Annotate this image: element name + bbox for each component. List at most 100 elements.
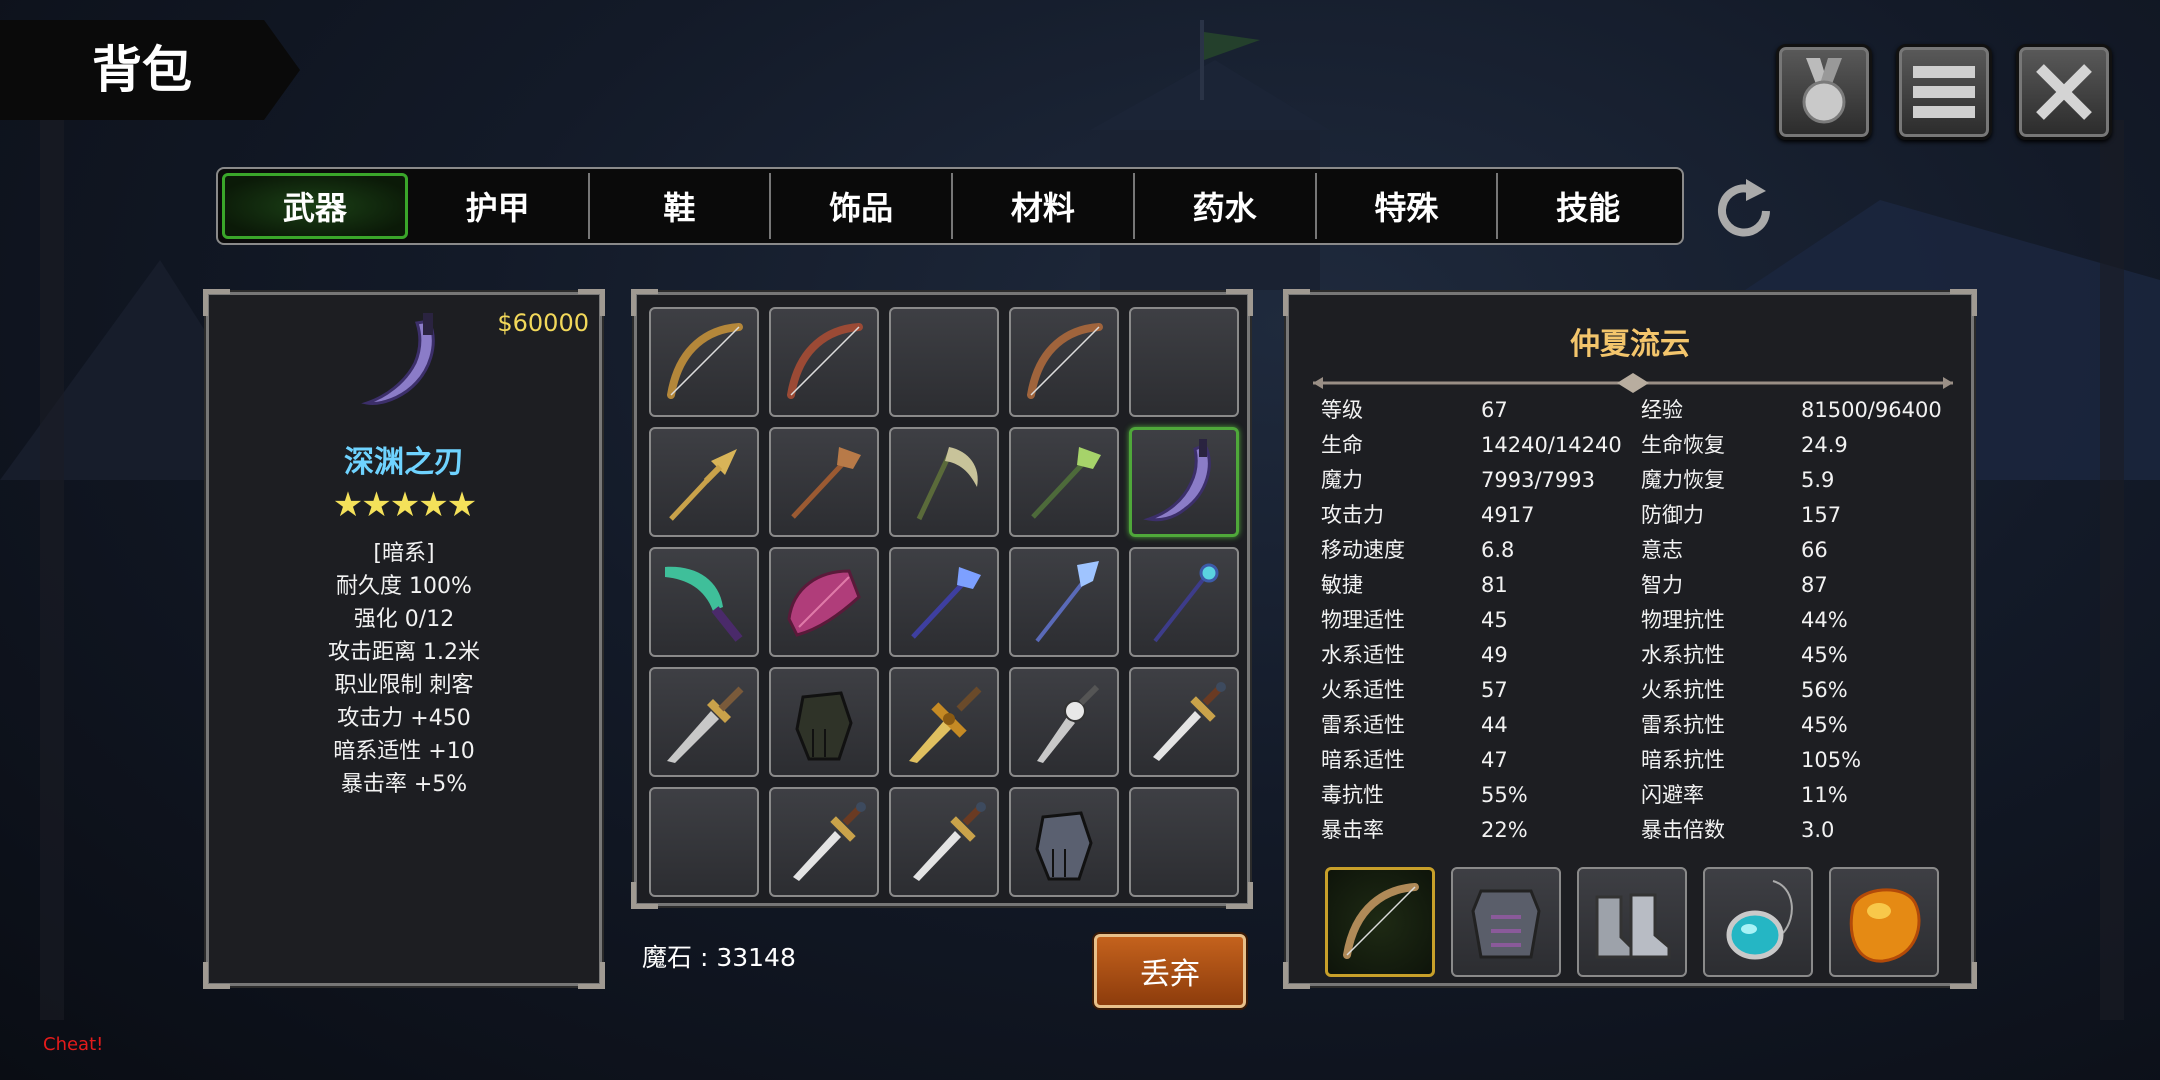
stat-label: 雷系抗性 [1641,713,1725,737]
tab-skills[interactable]: 技能 [1498,173,1678,239]
character-stats-panel: 仲夏流云 等级 67 经验 81500/96400 生命 14240/14240 生命恢复 2… [1283,289,1977,989]
stat-value: 44% [1801,608,1848,632]
bronze-sword-icon [913,802,986,881]
tab-armor[interactable]: 护甲 [408,173,590,239]
stat-label: 物理适性 [1321,608,1405,632]
stat-row: 攻击力 4917 防御力 157 [1321,498,1961,533]
dark-curved-blade-icon [1143,439,1211,522]
equipment-slot[interactable] [1577,867,1687,977]
inventory-slot[interactable] [769,787,879,897]
stat-label: 暴击率 [1321,818,1384,842]
tab-materials[interactable]: 材料 [953,173,1135,239]
stat-value: 45% [1801,643,1848,667]
cheat-button[interactable]: Cheat! [43,1034,103,1055]
inventory-slot[interactable] [889,547,999,657]
page-title: 背包 [92,41,192,99]
character-stats-table: 等级 67 经验 81500/96400 生命 14240/14240 生命恢复 24.9 魔力… [1321,393,1961,848]
inventory-slot[interactable] [1009,307,1119,417]
inventory-slot[interactable] [769,307,879,417]
tab-special[interactable]: 特殊 [1317,173,1499,239]
stat-value: 47 [1481,748,1508,772]
stat-label: 暗系抗性 [1641,748,1725,772]
wooden-staff-icon [791,447,861,519]
item-attribute: 攻击距离 1.2米 [328,640,480,665]
equipped-items [1325,867,1939,977]
stat-value: 6.8 [1481,538,1515,562]
inventory-slot[interactable] [889,427,999,537]
tab-shoes[interactable]: 鞋 [590,173,772,239]
inventory-slot[interactable] [1009,667,1119,777]
refresh-button[interactable] [1708,175,1780,247]
character-name: 仲夏流云 [1570,327,1690,362]
stat-value: 57 [1481,678,1508,702]
stat-label: 等级 [1321,398,1363,422]
inventory-slot[interactable] [1129,427,1239,537]
menu-button[interactable] [1896,44,1992,140]
inventory-slot[interactable] [1009,547,1119,657]
dark-curved-blade-icon [361,313,435,405]
stat-row: 水系适性 49 水系抗性 45% [1321,638,1961,673]
discard-button[interactable]: 丢弃 [1094,934,1246,1008]
equipment-slot[interactable] [1829,867,1939,977]
equipment-slot[interactable] [1451,867,1561,977]
inventory-slot[interactable] [889,787,999,897]
inventory-slot[interactable] [769,547,879,657]
item-price: $60000 [497,309,589,337]
equipment-slot[interactable] [1325,867,1435,977]
inventory-slot[interactable] [1129,667,1239,777]
stat-row: 物理适性 45 物理抗性 44% [1321,603,1961,638]
golden-sword-icon [909,686,982,763]
equipment-slot[interactable] [1703,867,1813,977]
wooden-bow-icon [1027,323,1103,399]
inventory-slot-empty[interactable] [1129,307,1239,417]
inventory-slot[interactable] [649,307,759,417]
inventory-slot-empty[interactable] [889,307,999,417]
ornament-divider [1313,373,1953,393]
stat-value: 4917 [1481,503,1535,527]
item-detail-panel: $60000 深渊之刃 ★★★★★ [暗系] 耐久度 100% 强化 0/12 … [203,289,605,989]
stat-value: 81 [1481,573,1508,597]
inventory-slot-empty[interactable] [1129,787,1239,897]
inventory-slot[interactable] [649,667,759,777]
ice-trident-icon [1035,561,1099,643]
stat-label: 物理抗性 [1641,608,1725,632]
stat-row: 雷系适性 44 雷系抗性 45% [1321,708,1961,743]
stat-value: 81500/96400 [1801,398,1942,422]
tab-accessories[interactable]: 饰品 [771,173,953,239]
menu-icon [1913,66,1975,118]
inventory-slot[interactable] [1009,787,1119,897]
stat-row: 暗系适性 47 暗系抗性 105% [1321,743,1961,778]
inventory-slot[interactable] [1009,427,1119,537]
inventory-panel [631,289,1253,909]
item-name: 深渊之刃 [344,445,464,480]
inventory-slot[interactable] [769,667,879,777]
tab-potions[interactable]: 药水 [1135,173,1317,239]
stat-label: 火系适性 [1321,678,1405,702]
stat-value: 24.9 [1801,433,1848,457]
inventory-slot[interactable] [769,427,879,537]
inventory-slot[interactable] [649,547,759,657]
inventory-slot[interactable] [649,427,759,537]
stat-value: 14240/14240 [1481,433,1622,457]
stat-row: 毒抗性 55% 闪避率 11% [1321,778,1961,813]
close-button[interactable] [2016,44,2112,140]
green-blade-icon [665,566,743,642]
inventory-slot[interactable] [889,667,999,777]
item-attribute: 攻击力 +450 [337,706,471,731]
stat-value: 7993/7993 [1481,468,1595,492]
medal-button[interactable] [1776,44,1872,140]
bronze-sword-icon [793,802,866,881]
stat-label: 火系抗性 [1641,678,1725,702]
item-attribute: 耐久度 100% [336,574,472,599]
stat-label: 敏捷 [1321,573,1363,597]
stat-label: 水系抗性 [1641,643,1725,667]
inventory-slot[interactable] [1129,547,1239,657]
tab-weapons[interactable]: 武器 [222,173,408,239]
item-attribute: 强化 0/12 [353,607,455,632]
refresh-icon [1718,179,1770,237]
inventory-grid [649,307,1239,897]
steel-boots-icon [1595,893,1671,959]
stat-value: 44 [1481,713,1508,737]
inventory-slot-empty[interactable] [649,787,759,897]
medal-icon [1802,58,1846,124]
